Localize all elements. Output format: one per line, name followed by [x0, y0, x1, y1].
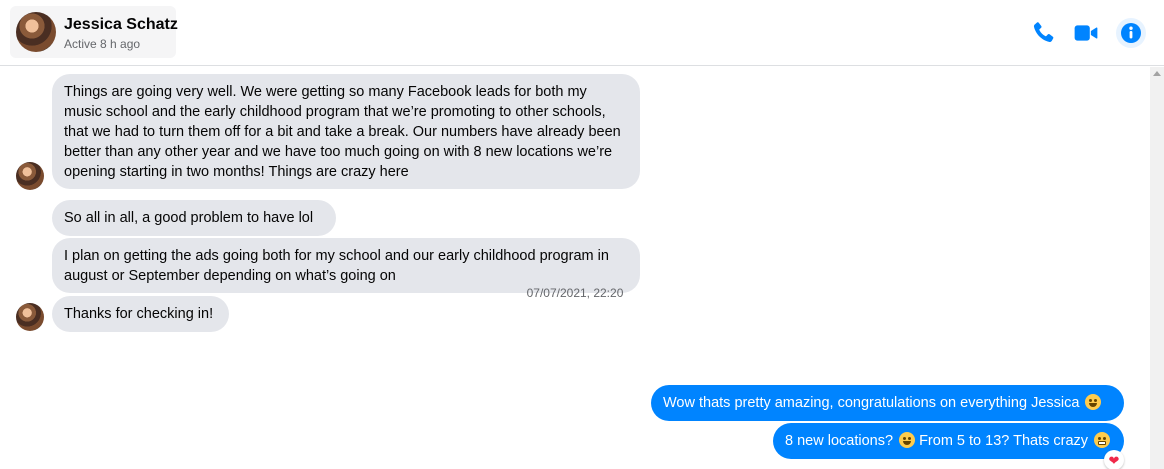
message-text: Wow thats pretty amazing, congratulation… — [663, 395, 1080, 411]
video-camera-icon[interactable] — [1073, 20, 1099, 46]
heart-reaction[interactable]: ❤ — [1104, 450, 1124, 469]
avatar[interactable] — [16, 162, 44, 190]
message-timestamp: 07/07/2021, 22:20 — [526, 286, 624, 300]
conversation-header: Jessica Schatz Active 8 h ago — [0, 0, 1164, 66]
message-text: 8 new locations? — [785, 433, 894, 449]
message-text: From 5 to 13? Thats crazy — [919, 433, 1089, 449]
outgoing-message[interactable]: 8 new locations? From 5 to 13? Thats cra… — [773, 423, 1124, 459]
grimacing-face-icon — [1094, 432, 1111, 448]
contact-card[interactable]: Jessica Schatz Active 8 h ago — [10, 6, 178, 58]
incoming-message[interactable]: I plan on getting the ads going both for… — [52, 238, 640, 293]
heart-icon: ❤ — [1108, 452, 1120, 468]
info-icon — [1121, 23, 1141, 43]
active-status: Active 8 h ago — [64, 37, 141, 51]
contact-name[interactable]: Jessica Schatz — [64, 16, 178, 34]
incoming-message[interactable]: Things are going very well. We were gett… — [52, 74, 640, 189]
incoming-message[interactable]: So all in all, a good problem to have lo… — [52, 200, 336, 236]
slightly-smiling-face-icon — [899, 432, 916, 448]
info-button[interactable] — [1116, 18, 1146, 48]
avatar[interactable] — [16, 12, 56, 52]
phone-icon[interactable] — [1030, 20, 1056, 46]
incoming-message[interactable]: Thanks for checking in! — [52, 296, 229, 332]
slightly-smiling-face-icon — [1085, 394, 1102, 410]
avatar[interactable] — [16, 303, 44, 331]
outgoing-message[interactable]: Wow thats pretty amazing, congratulation… — [651, 385, 1124, 421]
